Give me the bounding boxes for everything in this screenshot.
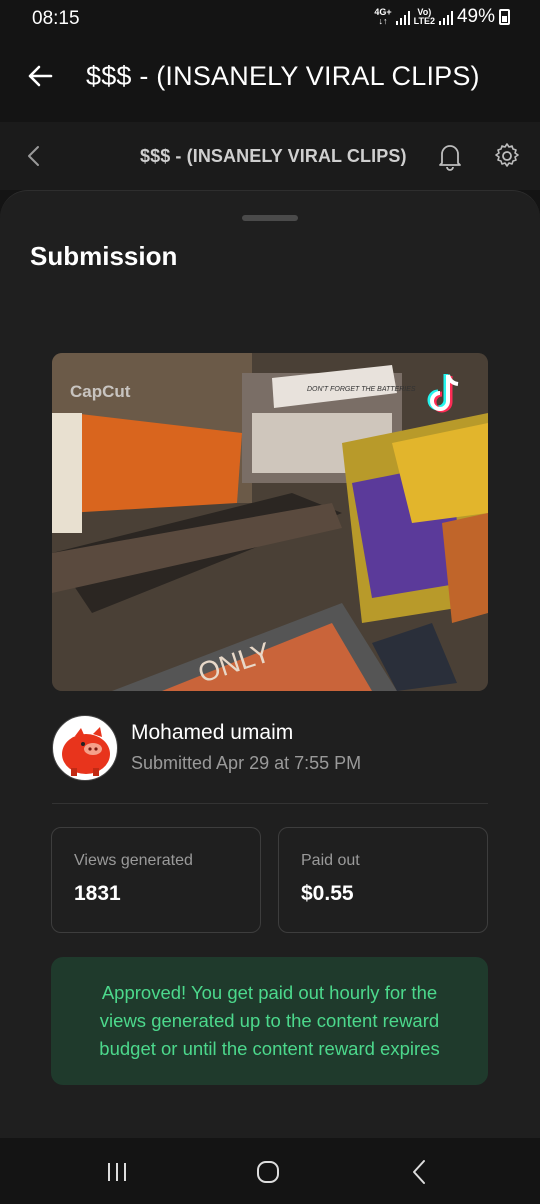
gear-icon[interactable] <box>492 141 522 171</box>
chevron-left-icon[interactable] <box>24 144 44 168</box>
views-card: Views generated 1831 <box>51 827 261 933</box>
status-time: 08:15 <box>32 8 80 29</box>
status-bar: 08:15 4G+ ↓↑ Vo) LTE2 49% <box>0 0 540 36</box>
network-type-label: 4G+ <box>374 7 392 17</box>
paid-label: Paid out <box>301 852 360 869</box>
arrow-left-icon[interactable] <box>26 62 54 90</box>
signal-2-icon <box>438 9 453 25</box>
back-chevron-icon[interactable] <box>410 1159 428 1185</box>
views-value: 1831 <box>74 882 121 905</box>
submitted-date: Submitted Apr 29 at 7:55 PM <box>131 753 362 773</box>
sheet-title: Submission <box>30 241 178 271</box>
status-icons: 4G+ ↓↑ Vo) LTE2 49% <box>374 6 510 28</box>
submission-sheet: Submission DON'T FORGET THE BATTERIES ON… <box>0 190 540 1138</box>
battery-percent: 49% <box>456 6 495 27</box>
approved-message: Approved! You get paid out hourly for th… <box>99 982 440 1059</box>
system-nav-bar <box>0 1138 540 1204</box>
video-thumbnail[interactable]: DON'T FORGET THE BATTERIES ONLY CapCut <box>52 353 488 691</box>
network-type-icon: 4G+ ↓↑ <box>374 7 392 26</box>
volte-icon: Vo) LTE2 <box>414 8 435 26</box>
app-bar: $$$ - (INSANELY VIRAL CLIPS) <box>0 36 540 122</box>
sub-header: $$$ - (INSANELY VIRAL CLIPS) <box>0 122 540 190</box>
signal-icon <box>395 9 410 25</box>
capcut-watermark: CapCut <box>70 382 131 401</box>
video-frame: DON'T FORGET THE BATTERIES ONLY CapCut <box>52 353 488 691</box>
bell-icon[interactable] <box>436 141 464 171</box>
app-title: $$$ - (INSANELY VIRAL CLIPS) <box>86 61 480 91</box>
sheet-drag-handle[interactable] <box>242 215 298 221</box>
pig-avatar-icon <box>52 715 118 781</box>
store-sign-text: DON'T FORGET THE BATTERIES <box>307 386 416 393</box>
views-label: Views generated <box>74 852 193 869</box>
recent-apps-icon[interactable] <box>106 1161 128 1183</box>
submitter-name: Mohamed umaim <box>131 721 294 744</box>
lte-label: LTE2 <box>413 16 435 26</box>
approved-banner: Approved! You get paid out hourly for th… <box>51 957 488 1085</box>
paid-value: $0.55 <box>301 882 354 905</box>
divider <box>52 803 488 804</box>
campaign-title: $$$ - (INSANELY VIRAL CLIPS) <box>140 146 407 166</box>
home-icon[interactable] <box>256 1160 280 1184</box>
battery-icon <box>499 9 510 25</box>
paid-card: Paid out $0.55 <box>278 827 488 933</box>
